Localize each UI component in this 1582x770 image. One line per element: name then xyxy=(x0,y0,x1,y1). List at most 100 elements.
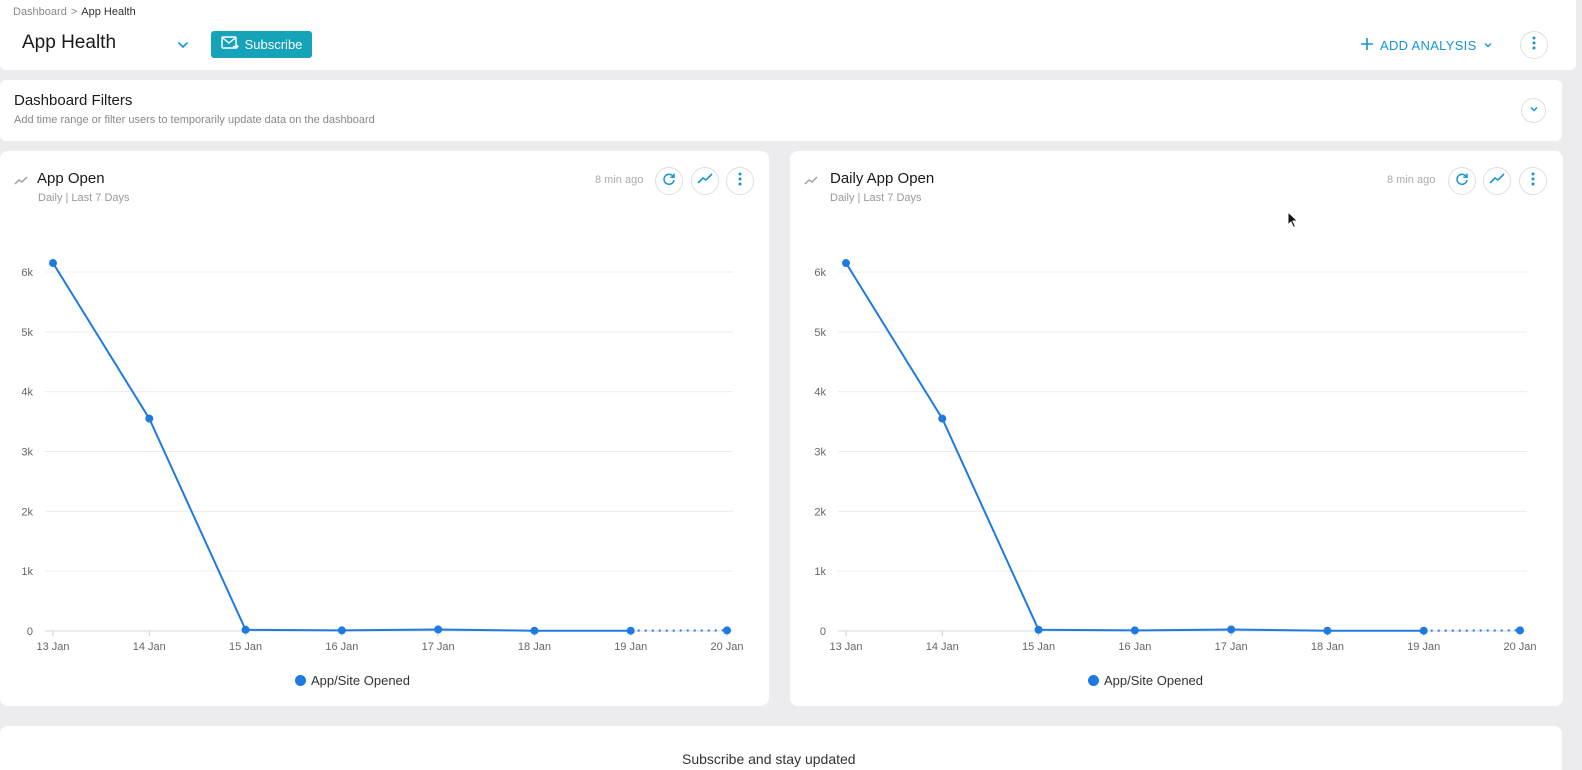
y-tick-label: 0 xyxy=(27,626,33,638)
legend-swatch xyxy=(1088,675,1099,686)
chart-legend[interactable]: App/Site Opened xyxy=(1088,673,1203,688)
x-tick-label: 19 Jan xyxy=(1407,641,1440,653)
chart-type-button[interactable] xyxy=(1483,167,1511,195)
data-point[interactable] xyxy=(842,259,850,268)
kebab-icon xyxy=(738,172,742,191)
y-tick-label: 4k xyxy=(21,387,33,399)
y-tick-label: 1k xyxy=(21,566,33,578)
y-tick-label: 1k xyxy=(814,566,826,578)
data-point[interactable] xyxy=(434,625,443,634)
x-tick-label: 14 Jan xyxy=(133,641,166,653)
breadcrumb-separator: > xyxy=(70,6,78,18)
y-tick-label: 5k xyxy=(814,327,826,339)
data-point[interactable] xyxy=(241,625,250,634)
filters-subtitle: Add time range or filter users to tempor… xyxy=(14,114,375,126)
y-tick-label: 2k xyxy=(21,506,33,518)
breadcrumb-current: App Health xyxy=(81,6,136,18)
trend-icon xyxy=(804,173,818,191)
subscribe-label: Subscribe xyxy=(244,37,303,52)
dashboard-switch-chevron-down-icon[interactable] xyxy=(175,37,191,53)
x-tick-label: 17 Jan xyxy=(422,641,455,653)
card-title: Daily App Open xyxy=(830,170,935,187)
chevron-down-icon xyxy=(1528,102,1540,120)
subscribe-promo-card: Subscribe and stay updated xyxy=(0,726,1562,770)
x-tick-label: 13 Jan xyxy=(36,641,69,653)
refresh-icon xyxy=(1455,172,1469,191)
header-more-button[interactable] xyxy=(1520,31,1548,59)
x-tick-label: 15 Jan xyxy=(229,641,262,653)
chart-legend[interactable]: App/Site Opened xyxy=(295,673,410,688)
chart-type-button[interactable] xyxy=(691,167,719,195)
line-chart-icon xyxy=(697,172,713,190)
legend-label: App/Site Opened xyxy=(1104,673,1204,688)
data-point[interactable] xyxy=(530,626,539,635)
filters-title: Dashboard Filters xyxy=(14,92,133,109)
add-analysis-button[interactable]: ADD ANALYSIS xyxy=(1360,35,1493,55)
legend-swatch xyxy=(295,675,306,686)
y-tick-label: 3k xyxy=(814,447,826,459)
y-tick-label: 4k xyxy=(814,387,826,399)
chart-card-daily-app-open: Daily App Open Daily | Last 7 Days 8 min… xyxy=(790,151,1563,706)
kebab-icon xyxy=(1532,36,1536,55)
y-tick-label: 3k xyxy=(21,447,33,459)
card-subtitle: Daily | Last 7 Days xyxy=(830,192,922,204)
x-tick-label: 15 Jan xyxy=(1022,641,1055,653)
x-tick-label: 18 Jan xyxy=(518,641,551,653)
card-more-button[interactable] xyxy=(726,167,754,195)
data-point[interactable] xyxy=(1516,626,1524,635)
refresh-button[interactable] xyxy=(655,167,683,195)
data-point[interactable] xyxy=(938,414,947,423)
data-point[interactable] xyxy=(1034,625,1043,634)
data-point[interactable] xyxy=(626,626,635,635)
x-tick-label: 13 Jan xyxy=(829,641,862,653)
data-point[interactable] xyxy=(1130,626,1139,635)
subscribe-button[interactable]: Subscribe xyxy=(211,31,312,58)
data-point[interactable] xyxy=(1227,625,1236,634)
last-updated: 8 min ago xyxy=(1387,174,1436,186)
x-tick-label: 17 Jan xyxy=(1215,641,1248,653)
kebab-icon xyxy=(1531,172,1535,191)
breadcrumb-root-link[interactable]: Dashboard xyxy=(13,6,67,18)
y-tick-label: 0 xyxy=(820,626,826,638)
card-title: App Open xyxy=(37,170,105,187)
x-tick-label: 16 Jan xyxy=(1118,641,1151,653)
x-tick-label: 16 Jan xyxy=(325,641,358,653)
page-title: App Health xyxy=(22,32,117,53)
data-point[interactable] xyxy=(1419,626,1428,635)
x-tick-label: 14 Jan xyxy=(926,641,959,653)
legend-label: App/Site Opened xyxy=(311,673,411,688)
trend-icon xyxy=(14,173,28,191)
mail-icon xyxy=(220,36,239,53)
filters-expand-button[interactable] xyxy=(1521,98,1546,123)
line-chart-daily-app-open: 0 1k 2k 3k 4k 5k 6k 13 Jan 14 Jan 15 Jan 16 Jan 17 … xyxy=(814,259,1537,653)
subscribe-promo-text: Subscribe and stay updated xyxy=(682,751,856,767)
x-tick-label: 20 Jan xyxy=(710,641,743,653)
y-tick-label: 6k xyxy=(21,267,33,279)
data-point[interactable] xyxy=(337,626,346,635)
data-point[interactable] xyxy=(49,259,57,268)
chevron-down-icon xyxy=(1483,38,1493,53)
y-tick-label: 5k xyxy=(21,327,33,339)
x-tick-label: 18 Jan xyxy=(1311,641,1344,653)
breadcrumb: Dashboard > App Health xyxy=(13,6,136,18)
card-more-button[interactable] xyxy=(1519,167,1547,195)
data-point[interactable] xyxy=(723,626,731,635)
x-tick-label: 20 Jan xyxy=(1503,641,1536,653)
data-point[interactable] xyxy=(1323,626,1332,635)
page-header: Dashboard > App Health App Health Subscrib… xyxy=(0,0,1576,70)
refresh-icon xyxy=(662,172,676,191)
plus-icon xyxy=(1360,37,1374,54)
last-updated: 8 min ago xyxy=(595,174,644,186)
series-line xyxy=(52,262,631,632)
line-chart-app-open: 0 1k 2k 3k 4k 5k 6k 13 Jan 14 Jan 15 Jan 16 Jan 17 … xyxy=(21,259,744,653)
x-tick-label: 19 Jan xyxy=(614,641,647,653)
mouse-cursor-icon xyxy=(1287,210,1299,234)
y-tick-label: 2k xyxy=(814,506,826,518)
add-analysis-label: ADD ANALYSIS xyxy=(1380,37,1477,53)
dashboard-filters-panel: Dashboard Filters Add time range or filt… xyxy=(0,80,1562,141)
chart-card-app-open: App Open Daily | Last 7 Days 8 min ago 0… xyxy=(0,151,769,706)
data-point[interactable] xyxy=(145,414,154,423)
card-subtitle: Daily | Last 7 Days xyxy=(38,192,130,204)
refresh-button[interactable] xyxy=(1448,167,1476,195)
series-line xyxy=(845,262,1424,632)
